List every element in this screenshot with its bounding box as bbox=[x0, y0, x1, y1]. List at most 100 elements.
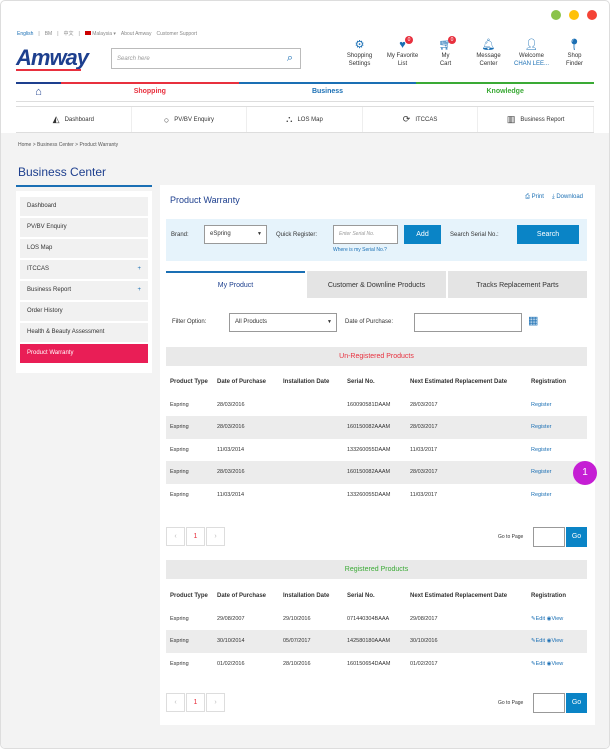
logo-swoosh bbox=[16, 69, 81, 71]
step-marker: 1 bbox=[573, 461, 597, 485]
goto-label: Go to Page bbox=[498, 534, 524, 540]
shop-finder-button[interactable]: 📍︎ Shop Finder bbox=[553, 38, 596, 68]
breadcrumb-product-warranty: Product Warranty bbox=[79, 142, 119, 148]
sidebar-item-itccas[interactable]: ITCCAS + bbox=[20, 260, 148, 279]
search-input[interactable]: Search here bbox=[112, 56, 280, 62]
heart-icon: ♥ bbox=[399, 39, 406, 51]
favorite-badge: 0 bbox=[405, 36, 413, 44]
expand-icon[interactable]: + bbox=[137, 260, 141, 279]
prev-page-button[interactable]: ‹ bbox=[166, 693, 185, 712]
panel-actions: ⎙ Print ⤓ Download bbox=[525, 194, 583, 201]
tab-my-product[interactable]: My Product bbox=[166, 271, 305, 298]
product-tabs: My Product Customer & Downline Products … bbox=[166, 271, 587, 298]
lang-english[interactable]: English bbox=[17, 31, 33, 37]
subnav-los-map[interactable]: ⛬ LOS Map bbox=[247, 107, 363, 132]
view-link[interactable]: ◉View bbox=[547, 616, 564, 622]
download-icon: ⤓ bbox=[551, 194, 555, 200]
main-panel: Product Warranty ⎙ Print ⤓ Download Bran… bbox=[160, 185, 595, 725]
search-icon[interactable]: ⌕ bbox=[280, 52, 300, 65]
go-button[interactable]: Go bbox=[566, 527, 587, 547]
refresh-icon: ⟳ bbox=[402, 114, 411, 124]
sidebar-item-business-report[interactable]: Business Report + bbox=[20, 281, 148, 300]
brand-label: Brand: bbox=[171, 232, 189, 238]
go-button[interactable]: Go bbox=[566, 693, 587, 713]
page-number[interactable]: 1 bbox=[186, 527, 205, 546]
view-link[interactable]: ◉View bbox=[547, 661, 564, 667]
edit-link[interactable]: ✎Edit bbox=[531, 616, 545, 622]
subnav-business-report[interactable]: ▥ Business Report bbox=[478, 107, 594, 132]
maximize-dot[interactable] bbox=[551, 10, 561, 20]
lang-bm[interactable]: BM bbox=[45, 31, 53, 37]
minimize-dot[interactable] bbox=[569, 10, 579, 20]
cart-badge: 0 bbox=[448, 36, 456, 44]
subnav-itccas[interactable]: ⟳ ITCCAS bbox=[363, 107, 479, 132]
nav-home[interactable]: ⌂ bbox=[16, 82, 61, 101]
edit-link[interactable]: ✎Edit bbox=[531, 661, 545, 667]
nav-business[interactable]: Business bbox=[238, 82, 417, 101]
prev-page-button[interactable]: ‹ bbox=[166, 527, 185, 546]
brand-select[interactable]: eSpring ▼ bbox=[204, 225, 267, 244]
printer-icon: ⎙ bbox=[525, 194, 530, 200]
subnav-dashboard[interactable]: ◭ Dashboard bbox=[16, 107, 132, 132]
search-button[interactable]: Search bbox=[517, 225, 579, 244]
register-bar: Brand: eSpring ▼ Quick Register: Enter Se… bbox=[166, 219, 587, 261]
unregistered-header: Un-Registered Products bbox=[166, 347, 587, 366]
edit-link[interactable]: ✎Edit bbox=[531, 638, 545, 644]
window-controls bbox=[551, 10, 597, 20]
filter-select[interactable]: All Products ▼ bbox=[229, 313, 337, 332]
breadcrumb-business-center[interactable]: Business Center bbox=[37, 142, 74, 148]
lang-cn[interactable]: 中文 bbox=[64, 30, 74, 37]
cart-icon: 🛒︎ bbox=[438, 39, 453, 51]
where-serial-link[interactable]: Where is my Serial No.? bbox=[333, 247, 387, 253]
support-link[interactable]: Customer Support bbox=[156, 31, 197, 37]
panel-title: Product Warranty bbox=[170, 195, 240, 205]
breadcrumb-home[interactable]: Home bbox=[18, 142, 31, 148]
chevron-down-icon: ▼ bbox=[257, 231, 262, 237]
sidebar-item-order-history[interactable]: Order History bbox=[20, 302, 148, 321]
next-page-button[interactable]: › bbox=[206, 527, 225, 546]
sidebar-item-dashboard[interactable]: Dashboard bbox=[20, 197, 148, 216]
sidebar-item-pvbv[interactable]: PV/BV Enquiry bbox=[20, 218, 148, 237]
goto-input[interactable] bbox=[533, 527, 565, 547]
tab-replacement-parts[interactable]: Tracks Replacement Parts bbox=[448, 271, 587, 298]
add-button[interactable]: Add bbox=[404, 225, 441, 244]
cart-button[interactable]: 🛒︎ 0 My Cart bbox=[424, 36, 467, 68]
browser-window: English | BM | 中文 | Malaysia ▾ About Amway … bbox=[0, 0, 610, 749]
sidebar-item-health-beauty[interactable]: Health & Beauty Assessment bbox=[20, 323, 148, 342]
view-link[interactable]: ◉View bbox=[547, 638, 564, 644]
download-button[interactable]: ⤓ Download bbox=[552, 194, 583, 201]
search-bar[interactable]: Search here ⌕ bbox=[111, 48, 301, 69]
message-center-button[interactable]: 🔔︎ Message Center bbox=[467, 38, 510, 68]
top-utility-bar: English | BM | 中文 | Malaysia ▾ About Amway … bbox=[17, 30, 198, 38]
serial-input[interactable]: Enter Serial No. bbox=[333, 225, 398, 244]
goto-input[interactable] bbox=[533, 693, 565, 713]
table-row: Espring 01/02/2016 28/10/2016 160150654DAAM… bbox=[170, 660, 564, 667]
tab-customer-downline[interactable]: Customer & Downline Products bbox=[307, 271, 446, 298]
expand-icon[interactable]: + bbox=[137, 281, 141, 300]
print-button[interactable]: ⎙ Print bbox=[525, 194, 544, 201]
amway-logo[interactable]: Amway bbox=[16, 45, 89, 71]
flag-icon bbox=[84, 31, 91, 36]
register-link[interactable]: Register bbox=[531, 424, 587, 430]
register-link[interactable]: Register bbox=[531, 447, 587, 453]
circle-icon: ○ bbox=[163, 114, 170, 125]
shopping-settings-button[interactable]: ⚙ Shopping Settings bbox=[338, 38, 381, 68]
nav-knowledge[interactable]: Knowledge bbox=[416, 82, 595, 101]
register-link[interactable]: Register bbox=[531, 492, 587, 498]
register-link[interactable]: Register bbox=[531, 402, 587, 408]
subnav-pvbv[interactable]: ○ PV/BV Enquiry bbox=[132, 107, 248, 132]
unregistered-table: Product Type Date of Purchase Installation… bbox=[166, 371, 587, 506]
sidebar-item-los-map[interactable]: LOS Map bbox=[20, 239, 148, 258]
next-page-button[interactable]: › bbox=[206, 693, 225, 712]
about-link[interactable]: About Amway bbox=[121, 31, 152, 37]
country-selector[interactable]: Malaysia ▾ bbox=[84, 31, 116, 37]
date-input[interactable] bbox=[414, 313, 522, 332]
page-number[interactable]: 1 bbox=[186, 693, 205, 712]
nav-shopping[interactable]: Shopping bbox=[61, 82, 239, 101]
calendar-icon[interactable]: ▦ bbox=[528, 314, 538, 327]
favorite-list-button[interactable]: ♥ 0 My Favorite List bbox=[381, 36, 424, 68]
user-welcome-button[interactable]: 👤︎ Welcome CHAN LEE... bbox=[510, 38, 553, 68]
sidebar-item-product-warranty[interactable]: Product Warranty bbox=[20, 344, 148, 363]
location-icon: 📍︎ bbox=[567, 39, 582, 51]
close-dot[interactable] bbox=[587, 10, 597, 20]
